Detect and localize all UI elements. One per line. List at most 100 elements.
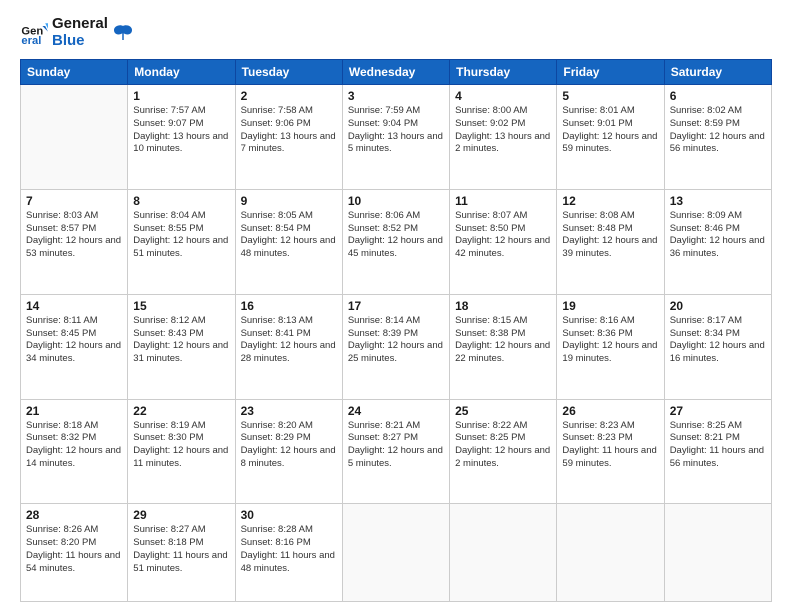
table-row: 2 Sunrise: 7:58 AMSunset: 9:06 PMDaylight… <box>235 85 342 190</box>
day-info: Sunrise: 8:26 AMSunset: 8:20 PMDaylight:… <box>26 524 122 575</box>
day-info: Sunrise: 8:22 AMSunset: 8:25 PMDaylight:… <box>455 420 551 471</box>
day-number: 15 <box>133 299 229 313</box>
table-row: 26 Sunrise: 8:23 AMSunset: 8:23 PMDayligh… <box>557 399 664 504</box>
table-row: 8 Sunrise: 8:04 AMSunset: 8:55 PMDaylight… <box>128 189 235 294</box>
day-info: Sunrise: 8:11 AMSunset: 8:45 PMDaylight:… <box>26 315 122 366</box>
logo-icon: Gen eral <box>20 19 48 47</box>
day-info: Sunrise: 8:28 AMSunset: 8:16 PMDaylight:… <box>241 524 337 575</box>
day-info: Sunrise: 8:17 AMSunset: 8:34 PMDaylight:… <box>670 315 766 366</box>
table-row: 9Sunrise: 8:05 AMSunset: 8:54 PMDaylight… <box>235 189 342 294</box>
day-number: 30 <box>241 508 337 522</box>
day-number: 28 <box>26 508 122 522</box>
day-number: 7 <box>26 194 122 208</box>
weekday-thursday: Thursday <box>450 60 557 85</box>
table-row: 18 Sunrise: 8:15 AMSunset: 8:38 PMDayligh… <box>450 294 557 399</box>
day-info: Sunrise: 8:14 AMSunset: 8:39 PMDaylight:… <box>348 315 444 366</box>
day-number: 22 <box>133 404 229 418</box>
logo: Gen eral General Blue <box>20 16 134 49</box>
day-info: Sunrise: 8:15 AMSunset: 8:38 PMDaylight:… <box>455 315 551 366</box>
day-info: Sunrise: 8:07 AMSunset: 8:50 PMDaylight:… <box>455 210 551 261</box>
day-info: Sunrise: 7:59 AMSunset: 9:04 PMDaylight:… <box>348 105 444 156</box>
table-row: 29 Sunrise: 8:27 AMSunset: 8:18 PMDayligh… <box>128 504 235 602</box>
svg-text:eral: eral <box>21 35 41 47</box>
day-info: Sunrise: 8:04 AMSunset: 8:55 PMDaylight:… <box>133 210 229 261</box>
table-row: 4 Sunrise: 8:00 AMSunset: 9:02 PMDaylight… <box>450 85 557 190</box>
table-row: 16 Sunrise: 8:13 AMSunset: 8:41 PMDayligh… <box>235 294 342 399</box>
day-info: Sunrise: 8:27 AMSunset: 8:18 PMDaylight:… <box>133 524 229 575</box>
day-number: 5 <box>562 89 658 103</box>
day-number: 17 <box>348 299 444 313</box>
weekday-friday: Friday <box>557 60 664 85</box>
table-row <box>342 504 449 602</box>
weekday-sunday: Sunday <box>21 60 128 85</box>
table-row: 22 Sunrise: 8:19 AMSunset: 8:30 PMDayligh… <box>128 399 235 504</box>
table-row <box>450 504 557 602</box>
weekday-tuesday: Tuesday <box>235 60 342 85</box>
table-row: 6 Sunrise: 8:02 AMSunset: 8:59 PMDaylight… <box>664 85 771 190</box>
table-row: 1Sunrise: 7:57 AMSunset: 9:07 PMDaylight… <box>128 85 235 190</box>
weekday-header-row: SundayMondayTuesdayWednesdayThursdayFrid… <box>21 60 772 85</box>
table-row: 23 Sunrise: 8:20 AMSunset: 8:29 PMDayligh… <box>235 399 342 504</box>
table-row: 24 Sunrise: 8:21 AMSunset: 8:27 PMDayligh… <box>342 399 449 504</box>
day-number: 25 <box>455 404 551 418</box>
table-row: 13Sunrise: 8:09 AMSunset: 8:46 PMDayligh… <box>664 189 771 294</box>
day-number: 8 <box>133 194 229 208</box>
day-number: 29 <box>133 508 229 522</box>
day-number: 24 <box>348 404 444 418</box>
day-info: Sunrise: 8:12 AMSunset: 8:43 PMDaylight:… <box>133 315 229 366</box>
day-number: 19 <box>562 299 658 313</box>
day-info: Sunrise: 7:58 AMSunset: 9:06 PMDaylight:… <box>241 105 337 156</box>
table-row <box>664 504 771 602</box>
logo-blue: Blue <box>52 33 108 50</box>
weekday-monday: Monday <box>128 60 235 85</box>
day-info: Sunrise: 8:19 AMSunset: 8:30 PMDaylight:… <box>133 420 229 471</box>
table-row: 5 Sunrise: 8:01 AMSunset: 9:01 PMDaylight… <box>557 85 664 190</box>
table-row: 7Sunrise: 8:03 AMSunset: 8:57 PMDaylight… <box>21 189 128 294</box>
table-row: 3Sunrise: 7:59 AMSunset: 9:04 PMDaylight… <box>342 85 449 190</box>
header: Gen eral General Blue <box>20 16 772 49</box>
table-row: 28 Sunrise: 8:26 AMSunset: 8:20 PMDayligh… <box>21 504 128 602</box>
day-number: 2 <box>241 89 337 103</box>
table-row: 21 Sunrise: 8:18 AMSunset: 8:32 PMDayligh… <box>21 399 128 504</box>
table-row: 15 Sunrise: 8:12 AMSunset: 8:43 PMDayligh… <box>128 294 235 399</box>
day-info: Sunrise: 8:25 AMSunset: 8:21 PMDaylight:… <box>670 420 766 471</box>
day-number: 18 <box>455 299 551 313</box>
day-number: 27 <box>670 404 766 418</box>
day-info: Sunrise: 8:01 AMSunset: 9:01 PMDaylight:… <box>562 105 658 156</box>
day-info: Sunrise: 8:06 AMSunset: 8:52 PMDaylight:… <box>348 210 444 261</box>
day-info: Sunrise: 8:08 AMSunset: 8:48 PMDaylight:… <box>562 210 658 261</box>
table-row: 10 Sunrise: 8:06 AMSunset: 8:52 PMDayligh… <box>342 189 449 294</box>
day-number: 14 <box>26 299 122 313</box>
day-number: 16 <box>241 299 337 313</box>
day-number: 26 <box>562 404 658 418</box>
table-row: 14 Sunrise: 8:11 AMSunset: 8:45 PMDayligh… <box>21 294 128 399</box>
day-info: Sunrise: 8:00 AMSunset: 9:02 PMDaylight:… <box>455 105 551 156</box>
day-info: Sunrise: 8:20 AMSunset: 8:29 PMDaylight:… <box>241 420 337 471</box>
day-info: Sunrise: 8:16 AMSunset: 8:36 PMDaylight:… <box>562 315 658 366</box>
weekday-saturday: Saturday <box>664 60 771 85</box>
day-number: 23 <box>241 404 337 418</box>
logo-general: General <box>52 16 108 33</box>
day-info: Sunrise: 8:09 AMSunset: 8:46 PMDaylight:… <box>670 210 766 261</box>
day-info: Sunrise: 8:23 AMSunset: 8:23 PMDaylight:… <box>562 420 658 471</box>
day-number: 21 <box>26 404 122 418</box>
day-number: 12 <box>562 194 658 208</box>
day-info: Sunrise: 8:02 AMSunset: 8:59 PMDaylight:… <box>670 105 766 156</box>
calendar-table: SundayMondayTuesdayWednesdayThursdayFrid… <box>20 59 772 602</box>
day-info: Sunrise: 7:57 AMSunset: 9:07 PMDaylight:… <box>133 105 229 156</box>
table-row: 12 Sunrise: 8:08 AMSunset: 8:48 PMDayligh… <box>557 189 664 294</box>
table-row: 25 Sunrise: 8:22 AMSunset: 8:25 PMDayligh… <box>450 399 557 504</box>
table-row <box>21 85 128 190</box>
table-row: 27 Sunrise: 8:25 AMSunset: 8:21 PMDayligh… <box>664 399 771 504</box>
day-info: Sunrise: 8:21 AMSunset: 8:27 PMDaylight:… <box>348 420 444 471</box>
day-info: Sunrise: 8:18 AMSunset: 8:32 PMDaylight:… <box>26 420 122 471</box>
day-info: Sunrise: 8:13 AMSunset: 8:41 PMDaylight:… <box>241 315 337 366</box>
table-row: 30 Sunrise: 8:28 AMSunset: 8:16 PMDayligh… <box>235 504 342 602</box>
table-row: 17 Sunrise: 8:14 AMSunset: 8:39 PMDayligh… <box>342 294 449 399</box>
day-number: 6 <box>670 89 766 103</box>
table-row: 19 Sunrise: 8:16 AMSunset: 8:36 PMDayligh… <box>557 294 664 399</box>
day-number: 10 <box>348 194 444 208</box>
day-number: 4 <box>455 89 551 103</box>
bird-icon <box>112 22 134 44</box>
page: Gen eral General Blue SundayMon <box>0 0 792 612</box>
